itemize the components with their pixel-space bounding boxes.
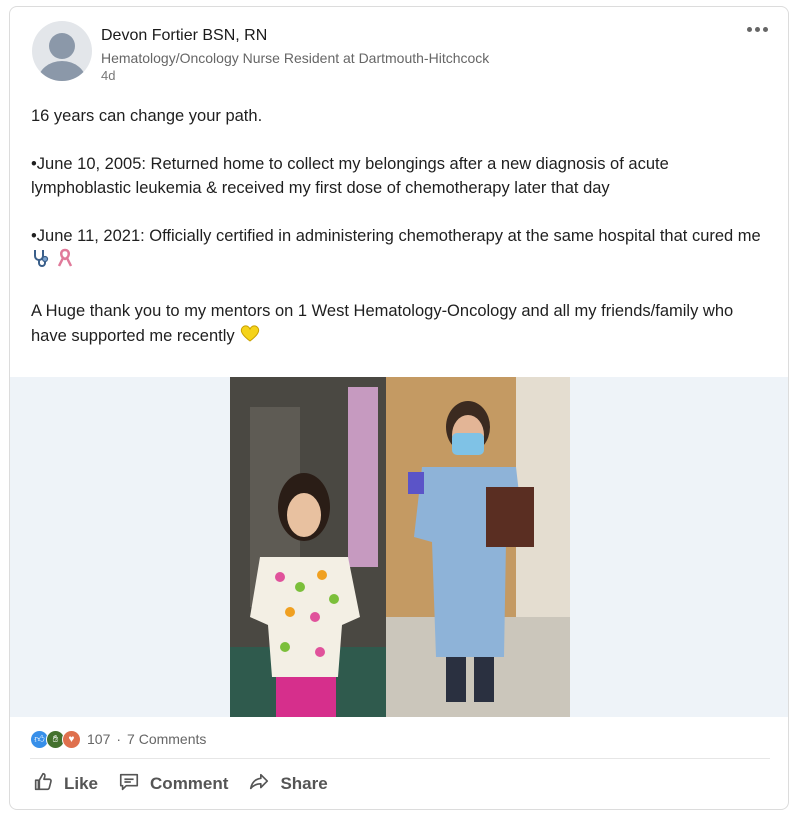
reaction-count[interactable]: 107: [87, 731, 110, 747]
more-options-button[interactable]: [742, 21, 772, 37]
post-body: 16 years can change your path. •June 10,…: [31, 104, 761, 374]
post-card: Devon Fortier BSN, RN Hematology/Oncolog…: [9, 6, 789, 810]
comment-button[interactable]: Comment: [118, 771, 228, 798]
post-paragraph: •June 10, 2005: Returned home to collect…: [31, 155, 669, 197]
post-paragraph: 16 years can change your path.: [31, 107, 263, 125]
post-paragraph-text: A Huge thank you to my mentors on 1 West…: [31, 302, 734, 345]
like-icon: [32, 771, 64, 798]
post-timestamp: 4d: [101, 68, 116, 83]
like-button[interactable]: Like: [32, 771, 98, 798]
share-label: Share: [280, 774, 328, 793]
photo-childhood[interactable]: [230, 377, 386, 717]
more-icon: [745, 26, 769, 32]
post-paragraph: •June 11, 2021: Officially certified in …: [31, 224, 761, 275]
ribbon-icon: [56, 248, 74, 275]
reaction-icons: 👍︎ ✋︎ ♥: [30, 729, 81, 749]
count-separator: ·: [116, 731, 122, 747]
author-headline: Hematology/Oncology Nurse Resident at Da…: [101, 50, 490, 66]
post-paragraph-text: •June 11, 2021: Officially certified in …: [31, 227, 761, 245]
share-button[interactable]: Share: [248, 771, 328, 798]
comments-count[interactable]: 7 Comments: [127, 731, 206, 747]
stethoscope-icon: [31, 248, 51, 275]
author-name[interactable]: Devon Fortier BSN, RN: [101, 27, 267, 45]
share-icon: [248, 771, 280, 798]
social-counts[interactable]: 👍︎ ✋︎ ♥ 107 · 7 Comments: [30, 729, 206, 749]
love-reaction-icon: ♥: [62, 729, 81, 749]
post-media[interactable]: [10, 377, 788, 717]
divider: [30, 758, 770, 759]
action-bar: Like Comment Share: [32, 767, 348, 801]
yellow-heart-icon: [239, 323, 261, 350]
photo-nurse[interactable]: [386, 377, 570, 717]
post-paragraph: A Huge thank you to my mentors on 1 West…: [31, 299, 761, 350]
comment-icon: [118, 771, 150, 798]
like-label: Like: [64, 774, 99, 793]
comment-label: Comment: [150, 774, 229, 793]
avatar[interactable]: [32, 21, 92, 81]
